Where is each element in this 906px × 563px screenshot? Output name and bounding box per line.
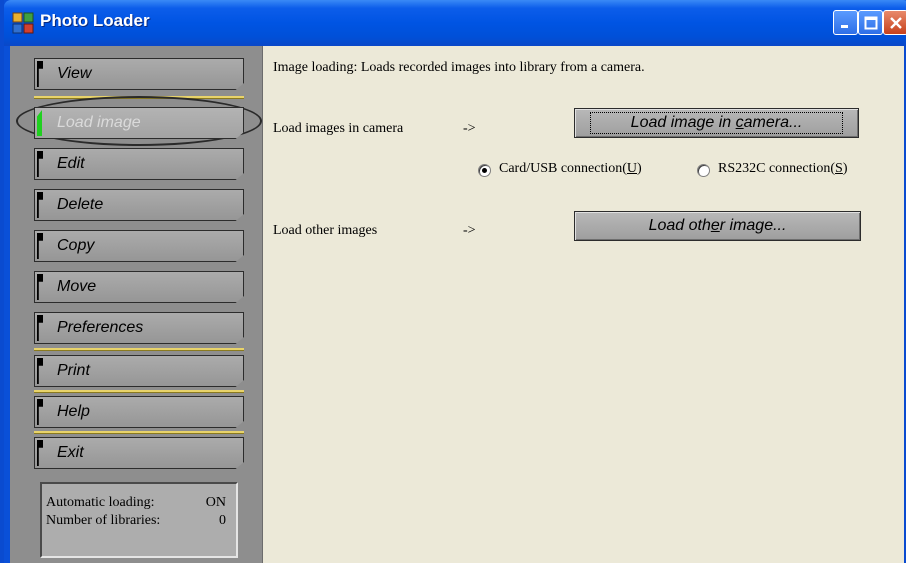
nav-edit-button[interactable]: Edit — [34, 148, 244, 180]
button-text: Load oth — [648, 217, 711, 234]
camera-arrow: -> — [463, 121, 476, 136]
nav-label: Edit — [57, 155, 85, 172]
separator — [34, 431, 244, 434]
main-panel: Image loading: Loads recorded images int… — [263, 46, 904, 563]
auto-loading-label: Automatic loading: — [46, 495, 155, 510]
app-window: Photo Loader View Load image Edit Delete… — [0, 0, 906, 563]
nav-preferences-button[interactable]: Preferences — [34, 312, 244, 344]
button-text: r image... — [719, 217, 787, 234]
window-title: Photo Loader — [40, 11, 150, 30]
nav-copy-button[interactable]: Copy — [34, 230, 244, 262]
separator — [34, 348, 244, 351]
nav-marker-icon — [37, 399, 43, 425]
nav-marker-icon — [37, 192, 43, 218]
active-indicator-icon — [37, 110, 42, 136]
nav-label: Move — [57, 278, 97, 295]
mnemonic: c — [735, 114, 744, 131]
nav-marker-icon — [37, 151, 43, 177]
nav-label: Print — [57, 362, 90, 379]
mnemonic: U — [626, 161, 638, 176]
nav-view-button[interactable]: View — [34, 58, 244, 90]
separator — [34, 390, 244, 393]
camera-label: Load images in camera — [273, 121, 404, 136]
load-other-button[interactable]: Load other image... — [574, 211, 861, 241]
status-panel: Automatic loading: ON Number of librarie… — [40, 482, 238, 558]
nav-marker-icon — [37, 440, 43, 466]
mnemonic: S — [835, 161, 843, 176]
auto-loading-value: ON — [205, 495, 226, 510]
nav-marker-icon — [37, 315, 43, 341]
radio-usb[interactable] — [478, 164, 491, 177]
title-bar[interactable]: Photo Loader — [4, 0, 906, 46]
button-text: Load image in — [630, 114, 736, 131]
nav-move-button[interactable]: Move — [34, 271, 244, 303]
nav-marker-icon — [37, 233, 43, 259]
nav-label: Copy — [57, 237, 95, 254]
nav-help-button[interactable]: Help — [34, 396, 244, 428]
radio-rs232c[interactable] — [697, 164, 710, 177]
nav-marker-icon — [37, 61, 43, 87]
maximize-icon — [864, 16, 877, 29]
client-area: View Load image Edit Delete Copy Move Pr… — [10, 46, 904, 563]
nav-label: Exit — [57, 444, 84, 461]
label-text: ) — [842, 161, 848, 176]
nav-label: Delete — [57, 196, 104, 213]
app-icon — [12, 12, 34, 34]
sidebar: View Load image Edit Delete Copy Move Pr… — [10, 46, 263, 563]
minimize-icon — [840, 24, 848, 28]
nav-label: Load image — [57, 114, 141, 131]
auto-loading-row: Automatic loading: ON — [46, 494, 226, 512]
label-text: RS232C connection( — [718, 161, 836, 176]
label-text: ) — [637, 161, 642, 176]
maximize-button[interactable] — [858, 10, 883, 35]
libraries-value: 0 — [219, 513, 226, 528]
libraries-row: Number of libraries: 0 — [46, 512, 226, 530]
mnemonic: e — [710, 217, 720, 234]
nav-label: Preferences — [57, 319, 144, 336]
label-text: Card/USB connection( — [499, 161, 627, 176]
radio-rs232c-label[interactable]: RS232C connection(S) — [718, 161, 848, 177]
other-arrow: -> — [463, 223, 476, 238]
button-text: amera... — [743, 114, 803, 131]
nav-exit-button[interactable]: Exit — [34, 437, 244, 469]
nav-label: View — [57, 65, 92, 82]
load-camera-button[interactable]: Load image in camera... — [574, 108, 859, 138]
nav-load-image-button[interactable]: Load image — [34, 107, 244, 139]
nav-delete-button[interactable]: Delete — [34, 189, 244, 221]
minimize-button[interactable] — [833, 10, 858, 35]
close-button[interactable] — [883, 10, 906, 35]
radio-dot — [482, 168, 487, 173]
radio-usb-label[interactable]: Card/USB connection(U) — [499, 161, 642, 177]
close-icon — [889, 16, 902, 29]
libraries-label: Number of libraries: — [46, 513, 161, 528]
nav-marker-icon — [37, 274, 43, 300]
other-label: Load other images — [273, 223, 378, 238]
nav-marker-icon — [37, 358, 43, 384]
nav-label: Help — [57, 403, 90, 420]
description-text: Image loading: Loads recorded images int… — [273, 60, 645, 75]
nav-print-button[interactable]: Print — [34, 355, 244, 387]
button-focus-rect: Load image in camera... — [589, 112, 844, 134]
